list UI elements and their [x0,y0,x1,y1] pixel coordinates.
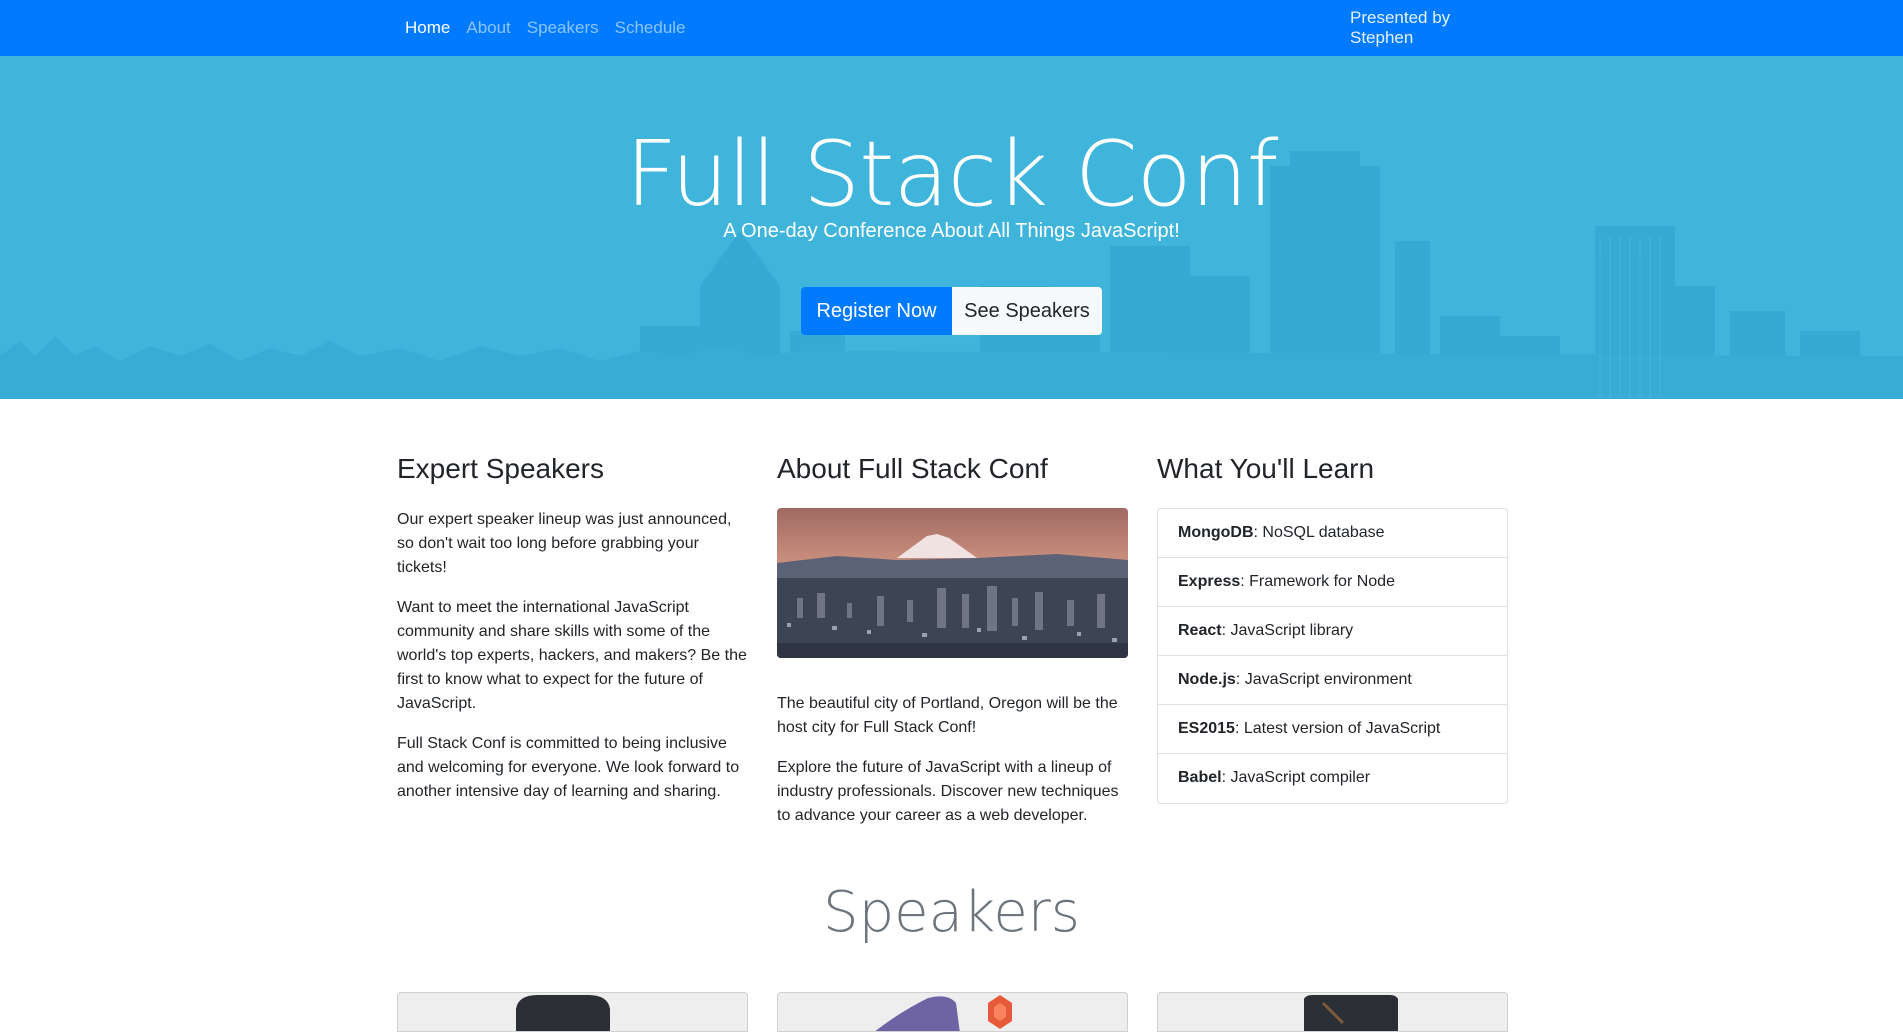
list-item-name: React [1178,621,1222,639]
learn-list: MongoDB: NoSQL database Express: Framewo… [1157,507,1508,804]
register-now-button[interactable]: Register Now [801,287,952,335]
nav-link-speakers[interactable]: Speakers [519,18,607,38]
speaker-photo [875,995,1012,1031]
speaker-card[interactable] [397,992,748,1032]
about-column: About Full Stack Conf The beautiful city… [777,452,1129,844]
speaker-card[interactable] [777,992,1128,1032]
speaker-photo [516,995,610,1031]
list-item-desc: : JavaScript compiler [1221,769,1371,787]
presented-by-text: Presented by Stephen [1350,8,1451,47]
list-item-name: ES2015 [1178,719,1235,737]
list-item-name: Node.js [1178,670,1236,688]
list-item-name: Express [1178,572,1241,590]
nav-link-about[interactable]: About [458,18,518,38]
about-heading: About Full Stack Conf [777,453,1048,484]
about-paragraph-2: Explore the future of JavaScript with a … [777,758,1119,824]
nav-links: Home About Speakers Schedule [397,0,694,56]
expert-speakers-column: Expert Speakers Our expert speaker lineu… [397,452,749,820]
speaker-card[interactable] [1157,992,1508,1032]
about-paragraph-1: The beautiful city of Portland, Oregon w… [777,694,1118,736]
expert-speakers-paragraph-1: Our expert speaker lineup was just annou… [397,510,732,576]
expert-speakers-paragraph-2: Want to meet the international JavaScrip… [397,598,747,712]
see-speakers-button[interactable]: See Speakers [952,287,1102,335]
navbar: Home About Speakers Schedule Presented b… [0,0,1903,56]
hero-title: Full Stack Conf [625,122,1279,227]
expert-speakers-heading: Expert Speakers [397,453,604,484]
speakers-section-title: Speakers [823,880,1080,945]
list-item-desc: : Framework for Node [1240,572,1395,590]
learn-heading: What You'll Learn [1157,453,1375,484]
list-item: MongoDB: NoSQL database [1158,509,1507,558]
nav-link-schedule[interactable]: Schedule [607,18,694,38]
list-item: Express: Framework for Node [1158,558,1507,607]
list-item-desc: : Latest version of JavaScript [1234,719,1441,737]
list-item-desc: : JavaScript environment [1235,670,1412,688]
list-item: Node.js: JavaScript environment [1158,656,1507,705]
list-item-desc: : JavaScript library [1221,621,1354,639]
list-item: React: JavaScript library [1158,607,1507,656]
nav-link-home[interactable]: Home [397,18,458,38]
portland-city-image [777,507,1128,658]
list-item-name: MongoDB [1178,523,1254,541]
expert-speakers-paragraph-3: Full Stack Conf is committed to being in… [397,734,740,800]
learn-column: What You'll Learn MongoDB: NoSQL databas… [1157,452,1509,804]
list-item: ES2015: Latest version of JavaScript [1158,705,1507,754]
hero-section: Full Stack Conf A One-day Conference Abo… [0,56,1903,399]
list-item-name: Babel [1178,769,1222,787]
speaker-photo [1304,995,1398,1031]
hero-button-group: Register Now See Speakers [801,287,1102,335]
list-item-desc: : NoSQL database [1253,523,1385,541]
list-item: Babel: JavaScript compiler [1158,754,1507,803]
hero-subtitle: A One-day Conference About All Things Ja… [723,220,1180,242]
